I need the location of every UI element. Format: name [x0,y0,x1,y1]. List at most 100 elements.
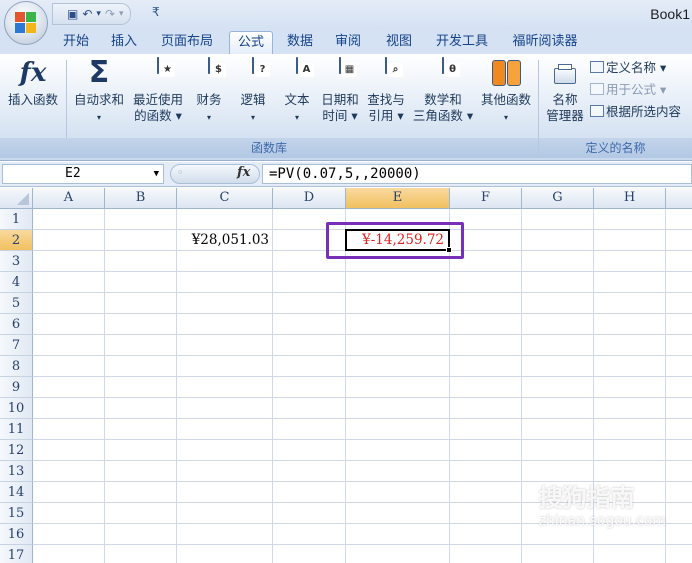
math-trig-label-2: 三角函数 ▾ [412,108,474,123]
column-header-c[interactable]: C [177,188,273,209]
name-manager-label-2: 管理器 [546,108,584,123]
row-header-8[interactable]: 8 [0,356,33,377]
row-header-7[interactable]: 7 [0,335,33,356]
name-box[interactable]: E2 ▼ [2,164,164,184]
row-header-10[interactable]: 10 [0,398,33,419]
text-button[interactable]: A 文本 ▾ [278,57,316,126]
more-functions-label: 其他函数 [480,92,531,107]
date-time-button[interactable]: ▦ 日期和 时间 ▾ [318,57,362,124]
gridline [33,334,692,335]
logic-book-glyph: ? [255,63,270,77]
row-header-4[interactable]: 4 [0,272,33,293]
date-book-glyph: ▦ [342,63,357,77]
create-from-selection-icon [590,105,604,117]
name-box-dropdown-icon[interactable]: ▼ [154,165,159,183]
row-header-16[interactable]: 16 [0,524,33,545]
row-header-17[interactable]: 17 [0,545,33,563]
column-header-h[interactable]: H [594,188,666,209]
row-header-14[interactable]: 14 [0,482,33,503]
undo-icon[interactable]: ↶ [82,7,92,21]
ribbon-tabs: 开始 插入 页面布局 公式 数据 审阅 视图 开发工具 福昕阅读器 [0,29,692,54]
row-header-15[interactable]: 15 [0,503,33,524]
logical-button[interactable]: ? 逻辑 ▾ [234,57,272,126]
redo-icon[interactable]: ↷ [105,7,115,21]
column-header-e[interactable]: E [346,188,450,209]
column-header-d[interactable]: D [273,188,346,209]
insert-function-fx-icon[interactable]: fx [237,165,250,180]
formula-text: =PV(0.07,5,,20000) [269,166,421,182]
text-book-icon: A [282,57,314,88]
tab-data[interactable]: 数据 [280,31,320,54]
fx-icon: fx [19,58,47,88]
column-header-f[interactable]: F [450,188,522,209]
row-header-6[interactable]: 6 [0,314,33,335]
save-icon[interactable]: ▣ [67,7,78,21]
gridline [33,439,692,440]
watermark-text: 搜狗指南 [538,484,635,512]
more-functions-button[interactable]: 其他函数 ▾ [476,58,536,126]
column-header-i[interactable] [666,188,692,209]
financial-button[interactable]: $ 财务 ▾ [190,57,228,126]
office-logo-icon [15,12,37,34]
tab-formulas[interactable]: 公式 [229,31,273,54]
gridline [33,292,692,293]
autosum-dropdown: ▾ [96,113,101,122]
gridline [33,460,692,461]
customize-qat-icon[interactable]: ₹ [152,5,160,19]
define-name-label: 定义名称 ▾ [606,60,667,75]
row-header-9[interactable]: 9 [0,377,33,398]
lookup-book-glyph: ⌕ [388,63,403,77]
recently-used-label-2: 的函数 ▾ [134,108,182,123]
math-book-icon: θ [428,57,460,88]
undo-dropdown-icon[interactable]: ▾ [96,9,101,19]
insert-function-label: 插入函数 [7,92,58,107]
redo-dropdown-icon[interactable]: ▾ [119,9,124,19]
tab-insert[interactable]: 插入 [104,31,144,54]
tab-developer[interactable]: 开发工具 [428,31,496,54]
tab-home[interactable]: 开始 [56,31,96,54]
row-header-2[interactable]: 2 [0,230,33,251]
date-time-label-2: 时间 ▾ [322,108,358,123]
row-header-3[interactable]: 3 [0,251,33,272]
gridline [33,397,692,398]
math-trig-button[interactable]: θ 数学和 三角函数 ▾ [410,57,476,124]
name-manager-icon [550,62,580,88]
lookup-reference-button[interactable]: ⌕ 查找与 引用 ▾ [362,57,410,124]
select-all-corner[interactable] [0,188,33,209]
autosum-button[interactable]: Σ 自动求和 ▾ [70,58,128,126]
expand-dots-icon[interactable]: ◦ [177,166,184,179]
defined-names-group-label: 定义的名称 [539,138,692,158]
row-header-5[interactable]: 5 [0,293,33,314]
define-name-button[interactable]: 定义名称 ▾ [590,60,666,76]
recently-used-button[interactable]: ★ 最近使用 的函数 ▾ [128,57,188,124]
title-bar: ▣ ↶ ▾ ↷ ▾ ₹ Book1 [0,0,692,29]
column-header-a[interactable]: A [33,188,105,209]
logical-dropdown: ▾ [250,113,255,122]
formula-input[interactable]: =PV(0.07,5,,20000) [262,164,692,184]
logic-book-icon: ? [238,57,270,88]
cell-c2[interactable]: ¥28,051.03 [177,230,273,251]
text-label: 文本 [284,92,310,107]
insert-function-button[interactable]: fx 插入函数 [2,58,64,108]
gridline [33,376,692,377]
use-in-formula-label: 用于公式 ▾ [606,82,667,97]
row-header-11[interactable]: 11 [0,419,33,440]
tab-view[interactable]: 视图 [376,31,422,54]
tab-foxit-reader[interactable]: 福昕阅读器 [504,31,586,54]
column-header-b[interactable]: B [105,188,177,209]
window-title: Book1 [650,6,690,22]
gridline [272,209,273,563]
use-in-formula-button[interactable]: 用于公式 ▾ [590,82,666,98]
office-button[interactable] [4,1,48,45]
tab-page-layout[interactable]: 页面布局 [152,31,222,54]
name-manager-button[interactable]: 名称 管理器 [542,62,588,124]
text-dropdown: ▾ [294,113,299,122]
lookup-book-icon: ⌕ [371,57,403,88]
column-header-g[interactable]: G [522,188,594,209]
create-from-selection-button[interactable]: 根据所选内容 [590,104,681,120]
tab-review[interactable]: 审阅 [328,31,368,54]
row-header-12[interactable]: 12 [0,440,33,461]
recent-book-icon: ★ [143,57,175,88]
row-header-1[interactable]: 1 [0,209,33,230]
row-header-13[interactable]: 13 [0,461,33,482]
